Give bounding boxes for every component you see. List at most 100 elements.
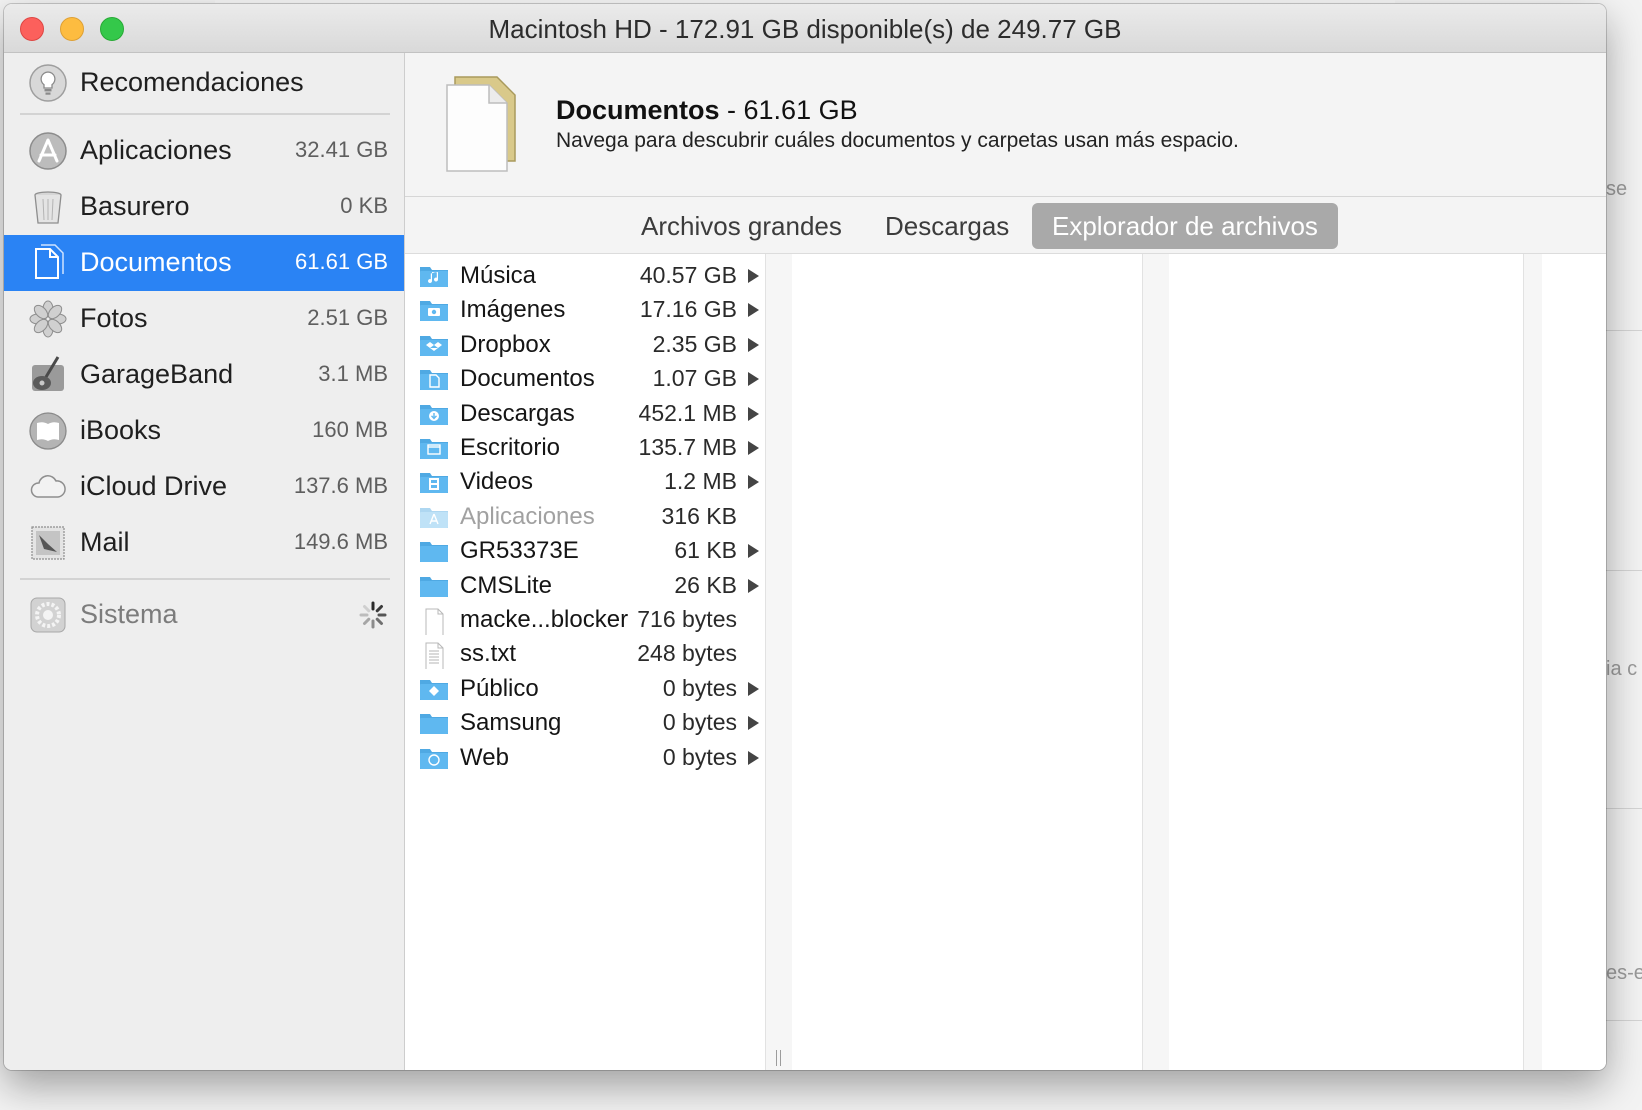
file-name: CMSLite [460, 571, 553, 599]
category-header: Documentos - 61.61 GB Navega para descub… [405, 53, 1606, 197]
column-resize-handle[interactable] [774, 1050, 784, 1066]
background-rule [1604, 330, 1642, 331]
file-row[interactable]: Videos 1.2 MB [405, 464, 765, 500]
file-browser-column-empty [1169, 254, 1523, 1070]
background-text: se [1606, 178, 1628, 200]
file-name: Aplicaciones [460, 502, 595, 530]
sidebar-item-size: 149.6 MB [293, 529, 388, 554]
sidebar-item-recomendaciones[interactable]: Recomendaciones [4, 55, 404, 111]
tab-explorador-de-archivos[interactable]: Explorador de archivos [1032, 203, 1338, 249]
disclosure-arrow-icon[interactable] [748, 372, 759, 387]
column-divider[interactable] [765, 254, 793, 1070]
sidebar-item-garageband[interactable]: GarageBand 3.1 MB [4, 347, 404, 403]
file-row[interactable]: Dropbox 2.35 GB [405, 327, 765, 363]
title-bar[interactable]: Macintosh HD - 172.91 GB disponible(s) d… [4, 4, 1606, 53]
file-size: 26 KB [674, 571, 737, 598]
sidebar-item-size: 61.61 GB [295, 249, 388, 274]
file-row[interactable]: Web 0 bytes [405, 740, 765, 776]
file-row[interactable]: Escritorio 135.7 MB [405, 430, 765, 466]
file-size: 716 bytes [637, 606, 737, 632]
view-tabs: Archivos grandes Descargas Explorador de… [405, 197, 1606, 254]
sidebar-item-size: 3.1 MB [318, 361, 388, 386]
sidebar-item-size: 2.51 GB [307, 305, 388, 330]
sidebar: Recomendaciones Aplicaciones 32.41 GB Ba… [4, 53, 405, 1070]
file-browser-column-empty [792, 254, 1142, 1070]
sidebar-item-ibooks[interactable]: iBooks 160 MB [4, 403, 404, 459]
file-name: Videos [460, 468, 533, 496]
category-description: Navega para descubrir cuáles documentos … [556, 129, 1239, 152]
mail-icon [31, 526, 65, 560]
sidebar-item-mail[interactable]: Mail 149.6 MB [4, 515, 404, 571]
system-gear-icon [30, 597, 66, 633]
file-size: 248 bytes [637, 640, 737, 667]
disclosure-arrow-icon[interactable] [748, 441, 759, 455]
file-name: GR53373E [460, 537, 579, 565]
disclosure-arrow-icon[interactable] [748, 303, 759, 318]
background-rule [1604, 1020, 1642, 1021]
tab-archivos-grandes[interactable]: Archivos grandes [621, 203, 862, 249]
category-size: - 61.61 GB [719, 95, 858, 125]
tab-descargas[interactable]: Descargas [865, 203, 1029, 249]
file-row[interactable]: Público 0 bytes [405, 671, 765, 707]
file-row[interactable]: Música 40.57 GB [405, 258, 765, 294]
file-icon [425, 608, 444, 635]
file-size: 17.16 GB [639, 296, 737, 323]
sidebar-item-basurero[interactable]: Basurero 0 KB [4, 179, 404, 235]
sidebar-item-label: Sistema [80, 599, 178, 629]
disclosure-arrow-icon[interactable] [748, 475, 759, 490]
file-browser: Música 40.57 GB Imágenes 17.16 GB Dropbox 2.3… [405, 254, 1606, 1070]
disclosure-arrow-icon[interactable] [748, 406, 759, 421]
file-row[interactable]: GR53373E 61 KB [405, 533, 765, 569]
column-divider[interactable] [1142, 254, 1170, 1070]
file-row[interactable]: Aplicaciones 316 KB [405, 499, 765, 535]
file-size: 135.7 MB [638, 434, 737, 460]
folder-icon [420, 542, 448, 563]
file-row[interactable]: CMSLite 26 KB [405, 568, 765, 604]
sidebar-item-label: Recomendaciones [80, 67, 304, 97]
sidebar-item-aplicaciones[interactable]: Aplicaciones 32.41 GB [4, 123, 404, 179]
disclosure-arrow-icon[interactable] [748, 337, 759, 352]
file-row[interactable]: Descargas 452.1 MB [405, 396, 765, 432]
file-name: Público [460, 674, 539, 702]
sidebar-item-fotos[interactable]: Fotos 2.51 GB [4, 291, 404, 347]
text-file-icon [425, 642, 444, 670]
sidebar-item-size: 0 KB [340, 193, 388, 218]
sidebar-item-label: Basurero [80, 191, 190, 221]
background-text: ia c [1606, 658, 1638, 680]
sidebar-item-sistema[interactable]: Sistema [4, 587, 404, 643]
sidebar-item-documentos[interactable]: Documentos 61.61 GB [4, 235, 404, 291]
disclosure-arrow-icon[interactable] [748, 578, 759, 593]
dropbox-folder-icon [420, 335, 448, 356]
disclosure-arrow-icon[interactable] [748, 269, 759, 283]
file-name: Samsung [460, 709, 562, 737]
main-panel: Documentos - 61.61 GB Navega para descub… [405, 53, 1606, 1070]
file-size: 2.35 GB [652, 330, 737, 357]
background-rule [1604, 570, 1642, 571]
photos-icon [29, 300, 67, 338]
folder-icon [420, 576, 448, 597]
file-name: Música [460, 262, 537, 289]
file-name: Dropbox [460, 330, 551, 358]
file-size: 0 bytes [662, 709, 737, 736]
file-row[interactable]: ss.txt 248 bytes [405, 636, 765, 672]
file-row[interactable]: Documentos 1.07 GB [405, 361, 765, 397]
file-size: 40.57 GB [639, 262, 737, 288]
apps-folder-icon [420, 507, 448, 528]
column-divider[interactable] [1523, 254, 1542, 1070]
file-name: ss.txt [460, 640, 517, 668]
disclosure-arrow-icon[interactable] [748, 750, 759, 765]
spinner-icon [359, 601, 387, 629]
compass-folder-icon [420, 748, 448, 769]
storage-management-window: Macintosh HD - 172.91 GB disponible(s) d… [4, 4, 1606, 1070]
file-row[interactable]: Samsung 0 bytes [405, 705, 765, 741]
sidebar-item-icloud-drive[interactable]: iCloud Drive 137.6 MB [4, 459, 404, 515]
file-name: Escritorio [460, 434, 561, 461]
file-row[interactable]: macke...blocker 716 bytes [405, 602, 765, 638]
public-folder-icon [420, 679, 448, 700]
file-row[interactable]: Imágenes 17.16 GB [405, 292, 765, 328]
disclosure-arrow-icon[interactable] [748, 716, 759, 731]
disclosure-arrow-icon[interactable] [748, 544, 759, 559]
folder-icon [420, 714, 448, 735]
disclosure-arrow-icon[interactable] [748, 681, 759, 696]
documents-icon [35, 244, 64, 279]
